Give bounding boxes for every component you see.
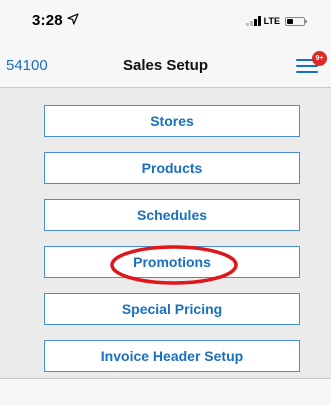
stores-button[interactable]: Stores [44, 105, 300, 137]
schedules-button[interactable]: Schedules [44, 199, 300, 231]
phone-screen: 3:28 LTE 54100 Sales Setup 9+ Stores Pro… [0, 0, 331, 405]
notification-badge: 9+ [312, 51, 327, 66]
special-pricing-button[interactable]: Special Pricing [44, 293, 300, 325]
status-time: 3:28 [32, 12, 63, 29]
page-title: Sales Setup [122, 57, 209, 74]
status-indicators: LTE [245, 14, 307, 28]
menu-list: Stores Products Schedules Promotions Spe… [0, 88, 331, 378]
invoice-header-setup-button[interactable]: Invoice Header Setup [44, 340, 300, 372]
status-bar: 3:28 LTE [0, 0, 331, 44]
location-arrow-icon [67, 13, 79, 25]
products-button[interactable]: Products [44, 152, 300, 184]
network-type-label: LTE [263, 16, 280, 26]
battery-icon [285, 16, 307, 26]
signal-bars-icon [245, 16, 261, 26]
bottom-toolbar [0, 378, 331, 405]
promotions-button[interactable]: Promotions [44, 246, 300, 278]
navigation-bar: 54100 Sales Setup 9+ [0, 44, 331, 88]
